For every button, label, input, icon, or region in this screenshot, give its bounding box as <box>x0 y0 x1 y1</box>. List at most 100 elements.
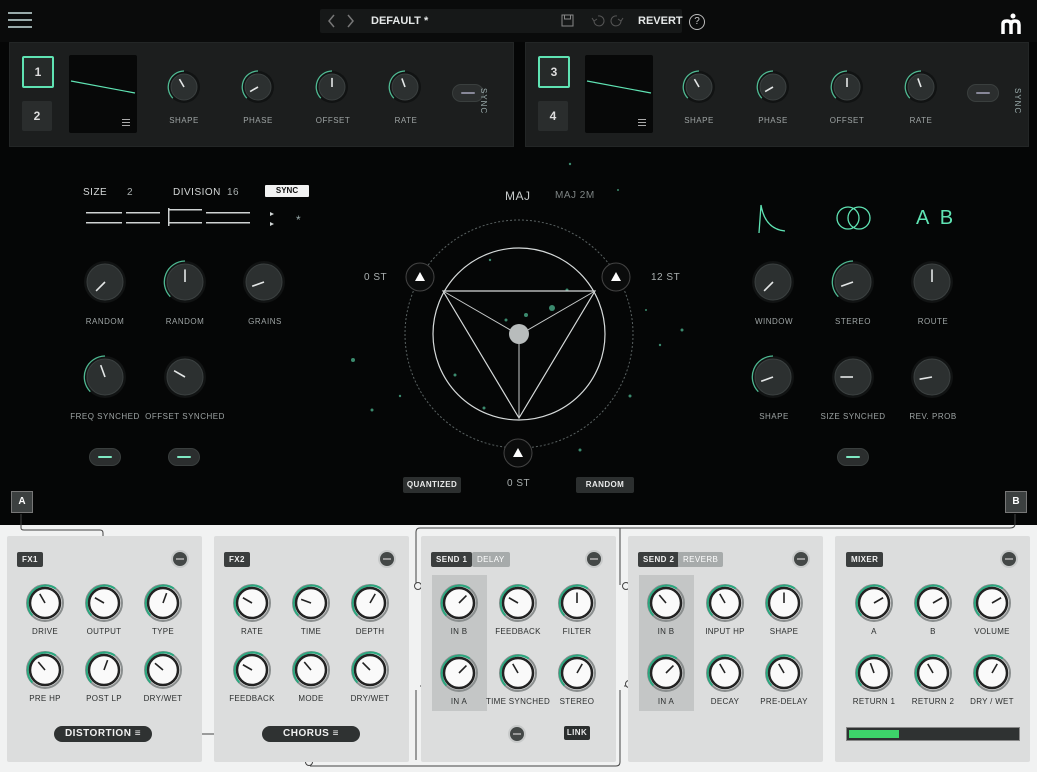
mixer-knob[interactable] <box>855 584 893 622</box>
time-sync-toggle[interactable] <box>508 725 526 743</box>
lfo-knob[interactable] <box>315 70 349 104</box>
grain-knob[interactable] <box>83 260 127 304</box>
pitch-handle-left[interactable] <box>404 261 436 293</box>
menu-icon[interactable] <box>8 12 32 28</box>
mixer-knob[interactable] <box>914 584 952 622</box>
send1-knob[interactable] <box>499 654 537 692</box>
division-value[interactable]: 16 <box>227 187 239 198</box>
help-icon[interactable]: ? <box>689 14 705 30</box>
knob-label: OFFSET SYNCHED <box>145 412 225 421</box>
stereo-rings-icon[interactable] <box>834 204 874 232</box>
send1-knob[interactable] <box>440 654 478 692</box>
output-meter <box>846 727 1020 741</box>
size-value[interactable]: 2 <box>127 187 133 198</box>
revert-button[interactable]: REVERT <box>638 15 683 27</box>
fx2-type-selector[interactable]: CHORUS ≡ <box>262 726 360 742</box>
fx2-knob[interactable] <box>292 651 330 689</box>
lfo-knob[interactable] <box>682 70 716 104</box>
lfo-button-4[interactable]: 4 <box>538 101 568 131</box>
fx1-knob[interactable] <box>85 651 123 689</box>
chevron-right-icon[interactable] <box>344 13 360 29</box>
fx1-knob[interactable] <box>85 584 123 622</box>
lfo-knob[interactable] <box>830 70 864 104</box>
fx2-power-button[interactable] <box>378 550 396 568</box>
asterisk-icon[interactable]: * <box>296 213 301 227</box>
send2-knob[interactable] <box>647 584 685 622</box>
send1-power-button[interactable] <box>585 550 603 568</box>
send1-knob[interactable] <box>440 584 478 622</box>
chord-secondary[interactable]: MAJ 2M <box>555 190 595 201</box>
fx2-knob[interactable] <box>351 584 389 622</box>
pitch-handle-bottom[interactable] <box>502 437 534 469</box>
grain-knob[interactable] <box>163 355 207 399</box>
send2-knob[interactable] <box>765 584 803 622</box>
grain-sequence-display[interactable] <box>84 204 294 232</box>
mixer-knob[interactable] <box>914 654 952 692</box>
knob-label: RANDOM <box>85 317 125 326</box>
random-button[interactable]: RANDOM <box>576 477 634 493</box>
mixer-knob[interactable] <box>855 654 893 692</box>
lfo-knob[interactable] <box>904 70 938 104</box>
chord-primary[interactable]: MAJ <box>505 189 531 203</box>
offset-sync-toggle[interactable] <box>168 448 200 466</box>
fx1-knob[interactable] <box>144 584 182 622</box>
save-icon[interactable] <box>561 14 575 28</box>
env-knob[interactable] <box>831 355 875 399</box>
send2-knob[interactable] <box>706 654 744 692</box>
quantized-button[interactable]: QUANTIZED <box>403 477 461 493</box>
lfo-button-2[interactable]: 2 <box>22 101 52 131</box>
fx1-knob[interactable] <box>26 584 64 622</box>
lfo-waveform-display[interactable] <box>585 55 653 133</box>
preset-name[interactable]: DEFAULT * <box>371 15 428 27</box>
grain-knob[interactable] <box>163 260 207 304</box>
fx1-type-selector[interactable]: DISTORTION ≡ <box>54 726 152 742</box>
env-knob[interactable] <box>831 260 875 304</box>
env-knob[interactable] <box>910 260 954 304</box>
link-button[interactable]: LINK <box>564 726 590 740</box>
send1-knob[interactable] <box>499 584 537 622</box>
env-knob[interactable] <box>751 355 795 399</box>
lfo-knob[interactable] <box>167 70 201 104</box>
send2-knob[interactable] <box>765 654 803 692</box>
fx1-knob[interactable] <box>144 651 182 689</box>
fx2-knob[interactable] <box>233 584 271 622</box>
send1-knob[interactable] <box>558 654 596 692</box>
env-knob[interactable] <box>910 355 954 399</box>
redo-icon[interactable] <box>610 14 624 28</box>
sync-label: SYNC <box>1013 88 1022 115</box>
sync-button[interactable]: SYNC <box>265 185 309 197</box>
ab-route-icon[interactable]: A B <box>916 207 956 230</box>
knob-label: STEREO <box>559 697 595 706</box>
fx2-tag: FX2 <box>224 552 250 567</box>
undo-icon[interactable] <box>591 14 605 28</box>
fx1-power-button[interactable] <box>171 550 189 568</box>
grain-knob[interactable] <box>83 355 127 399</box>
send2-knob[interactable] <box>706 584 744 622</box>
send2-power-button[interactable] <box>792 550 810 568</box>
mixer-knob[interactable] <box>973 584 1011 622</box>
lfo-waveform-display[interactable] <box>69 55 137 133</box>
lfo-knob[interactable] <box>241 70 275 104</box>
sync-toggle[interactable] <box>967 84 999 102</box>
fx2-knob[interactable] <box>351 651 389 689</box>
lfo-waveform-line <box>586 80 652 126</box>
pitch-handle-right[interactable] <box>600 261 632 293</box>
lfo-button-1[interactable]: 1 <box>22 56 54 88</box>
send1-knob[interactable] <box>558 584 596 622</box>
grain-knob[interactable] <box>242 260 286 304</box>
envelope-icon[interactable] <box>755 201 789 235</box>
send2-knob[interactable] <box>647 654 685 692</box>
mixer-power-button[interactable] <box>1000 550 1018 568</box>
size-sync-toggle[interactable] <box>837 448 869 466</box>
env-knob[interactable] <box>751 260 795 304</box>
fx1-knob[interactable] <box>26 651 64 689</box>
lfo-button-3[interactable]: 3 <box>538 56 570 88</box>
fx2-knob[interactable] <box>292 584 330 622</box>
mixer-knob[interactable] <box>973 654 1011 692</box>
fx2-knob[interactable] <box>233 651 271 689</box>
freq-sync-toggle[interactable] <box>89 448 121 466</box>
lfo-knob[interactable] <box>388 70 422 104</box>
size-label: SIZE <box>83 187 108 198</box>
lfo-knob[interactable] <box>756 70 790 104</box>
send2-type: REVERB <box>678 552 724 567</box>
